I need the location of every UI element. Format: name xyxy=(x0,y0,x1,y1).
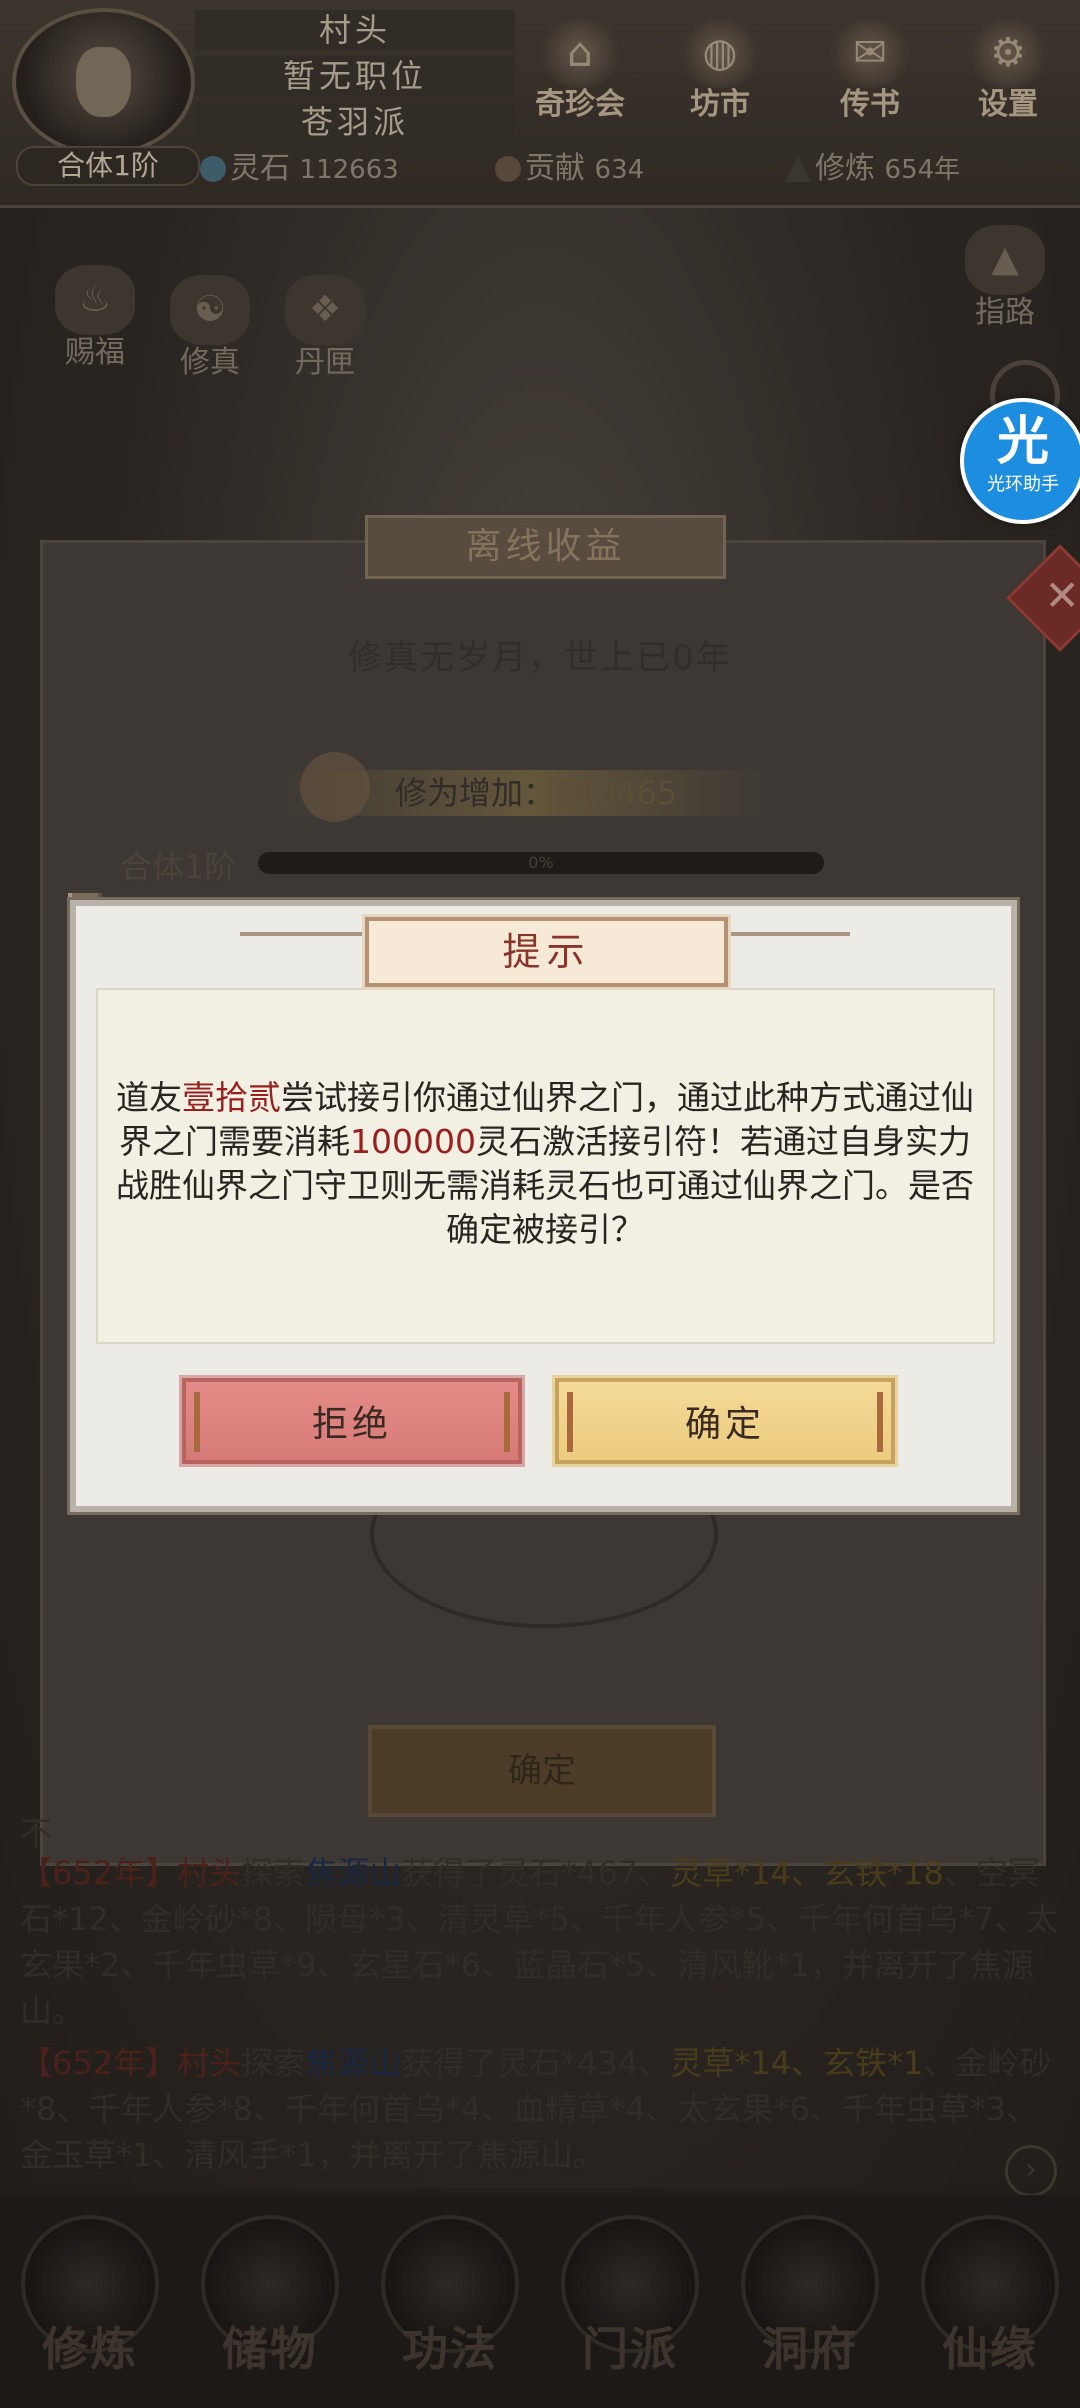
confirm-label: 确定 xyxy=(684,1404,765,1445)
button-edge xyxy=(567,1392,573,1452)
helper-label: 光环助手 xyxy=(987,474,1059,495)
title-ornament-right xyxy=(710,932,850,936)
msg-amount: 100000 xyxy=(350,1122,476,1161)
dialog-message: 道友壹拾贰尝试接引你通过仙界之门，通过此种方式通过仙界之门需要消耗100000灵… xyxy=(110,1076,980,1252)
title-ornament-left xyxy=(240,932,380,936)
close-icon: ✕ xyxy=(1044,570,1080,620)
msg-pre: 道友 xyxy=(116,1078,182,1117)
helper-bubble[interactable]: 光 光环助手 xyxy=(960,398,1080,524)
button-edge xyxy=(877,1392,883,1452)
msg-name: 壹拾贰 xyxy=(182,1078,281,1117)
reject-label: 拒绝 xyxy=(311,1404,392,1445)
dialog-title: 提示 xyxy=(365,917,728,987)
button-edge xyxy=(194,1392,200,1452)
button-edge xyxy=(504,1392,510,1452)
confirm-button[interactable]: 确定 xyxy=(555,1378,895,1464)
reject-button[interactable]: 拒绝 xyxy=(182,1378,522,1464)
helper-glyph: 光 xyxy=(996,412,1049,472)
